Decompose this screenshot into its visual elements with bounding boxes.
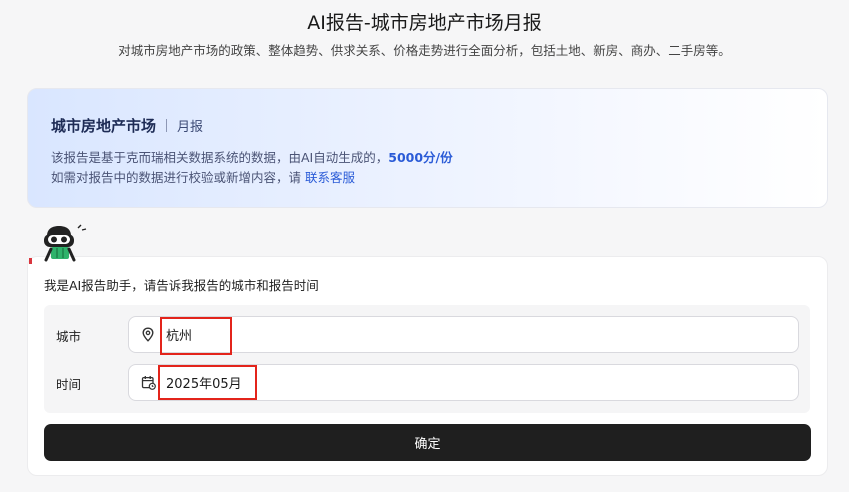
confirm-button[interactable]: 确定 [44, 424, 811, 461]
report-info-header: 城市房地产市场 月报 [51, 115, 203, 136]
card-corner-accent [29, 258, 32, 264]
report-contact-text: 如需对报告中的数据进行校验或新增内容，请 [51, 170, 305, 185]
report-frequency-tag: 月报 [177, 120, 204, 135]
form-fields-area: 城市 杭州 时间 2025年05月 [44, 305, 810, 413]
robot-icon [40, 222, 88, 264]
location-pin-icon [140, 327, 156, 343]
assistant-message: 我是AI报告助手，请告诉我报告的城市和报告时间 [44, 278, 319, 293]
report-price: 5000分/份 [388, 150, 453, 165]
report-description-text: 该报告是基于克而瑞相关数据系统的数据，由AI自动生成的， [51, 150, 389, 165]
report-description: 该报告是基于克而瑞相关数据系统的数据，由AI自动生成的，5000分/份 [51, 147, 453, 166]
divider [166, 119, 168, 132]
report-type-title: 城市房地产市场 [51, 117, 157, 135]
city-label: 城市 [56, 329, 82, 344]
page-title: AI报告-城市房地产市场月报 [307, 12, 542, 34]
city-value: 杭州 [166, 329, 193, 344]
report-info-card: 城市房地产市场 月报 该报告是基于克而瑞相关数据系统的数据，由AI自动生成的，5… [27, 88, 828, 208]
city-field[interactable]: 杭州 [128, 316, 799, 353]
time-label: 时间 [56, 377, 82, 392]
calendar-icon [140, 375, 156, 391]
report-form-card: 我是AI报告助手，请告诉我报告的城市和报告时间 城市 杭州 时间 2025年05… [27, 256, 828, 476]
report-contact-line: 如需对报告中的数据进行校验或新增内容，请 联系客服 [51, 167, 355, 186]
contact-service-link[interactable]: 联系客服 [305, 170, 355, 185]
time-value: 2025年05月 [166, 377, 242, 392]
page-subtitle: 对城市房地产市场的政策、整体趋势、供求关系、价格走势进行全面分析，包括土地、新房… [118, 43, 731, 58]
time-field[interactable]: 2025年05月 [128, 364, 799, 401]
